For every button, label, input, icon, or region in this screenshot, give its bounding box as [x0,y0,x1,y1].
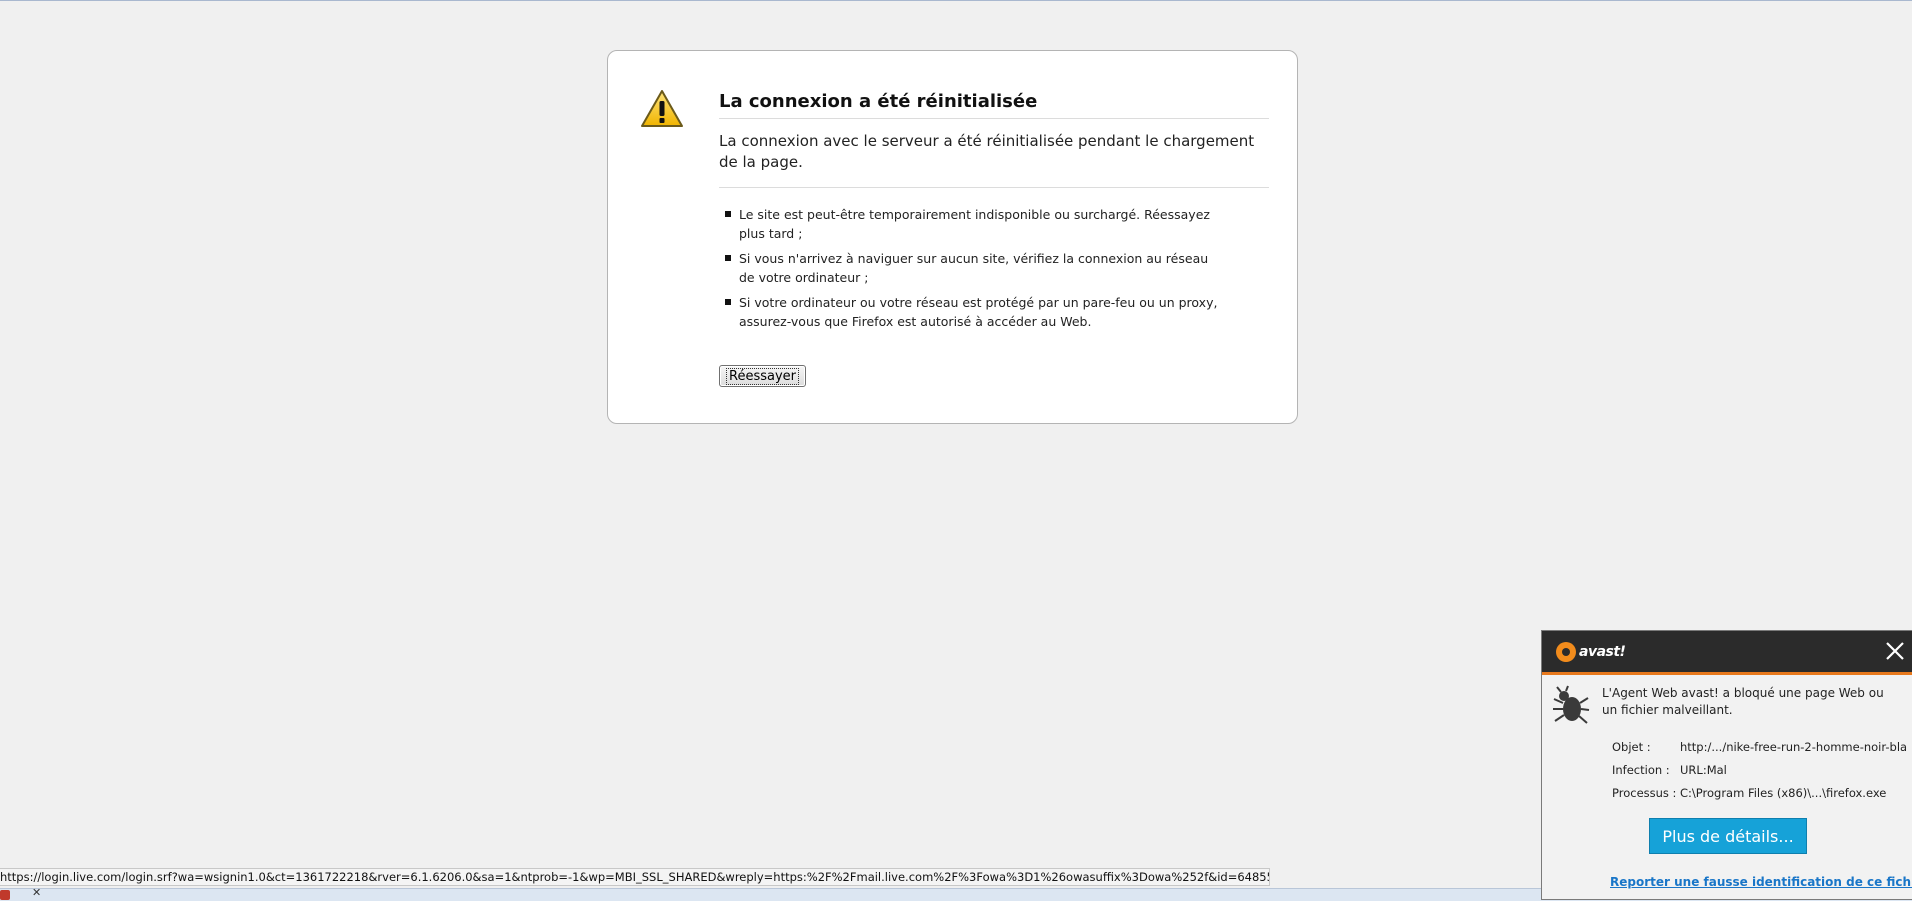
retry-button-label: Réessayer [726,367,799,385]
close-icon[interactable]: ✕ [32,886,41,899]
report-false-positive-link[interactable]: Reporter une fausse identification de ce… [1610,875,1912,889]
avast-notification-popup: avast! L'Agent Web avast! a bloqué une p… [1541,630,1912,900]
detail-label: Infection : [1612,763,1670,777]
status-bar-url: https://login.live.com/login.srf?wa=wsig… [0,868,1270,886]
avast-logo: avast! [1556,640,1626,664]
suggestion-text: Le site est peut-être temporairement ind… [739,207,1210,241]
bug-icon [1553,685,1590,724]
list-item: Si votre ordinateur ou votre réseau est … [719,293,1219,331]
bullet-icon [725,255,731,261]
retry-button[interactable]: Réessayer [719,365,806,387]
window-top-border [0,0,1912,1]
detail-row-infection: Infection : URL:Mal [1612,759,1910,782]
close-icon[interactable] [1884,640,1906,662]
more-details-button[interactable]: Plus de détails... [1649,818,1807,854]
avast-header: avast! [1542,631,1912,675]
detail-row-process: Processus : C:\Program Files (x86)\...\fi… [1612,782,1910,805]
detail-value: http:/.../nike-free-run-2-homme-noir-bla [1680,740,1908,754]
list-item: Si vous n'arrivez à naviguer sur aucun s… [719,249,1219,287]
warning-icon [641,90,683,127]
bullet-icon [725,211,731,217]
detail-label: Processus : [1612,786,1677,800]
error-suggestions-list: Le site est peut-être temporairement ind… [719,205,1219,337]
detail-row-object: Objet : http:/.../nike-free-run-2-homme-n… [1612,736,1910,759]
detail-label: Objet : [1612,740,1651,754]
avast-message: L'Agent Web avast! a bloqué une page Web… [1602,686,1884,717]
error-title: La connexion a été réinitialisée [719,91,1269,119]
list-item: Le site est peut-être temporairement ind… [719,205,1219,243]
bullet-icon [725,299,731,305]
avast-details: Objet : http:/.../nike-free-run-2-homme-n… [1612,736,1910,805]
suggestion-text: Si vous n'arrivez à naviguer sur aucun s… [739,251,1209,285]
addon-icon[interactable] [0,890,10,900]
avast-brand-text: avast! [1579,644,1626,660]
avast-ball-icon [1556,642,1576,662]
error-page-box: La connexion a été réinitialisée La conn… [607,50,1298,424]
error-description: La connexion avec le serveur a été réini… [719,131,1269,188]
detail-value: C:\Program Files (x86)\...\firefox.exe [1680,786,1887,800]
suggestion-text: Si votre ordinateur ou votre réseau est … [739,295,1218,329]
detail-value: URL:Mal [1680,763,1727,777]
